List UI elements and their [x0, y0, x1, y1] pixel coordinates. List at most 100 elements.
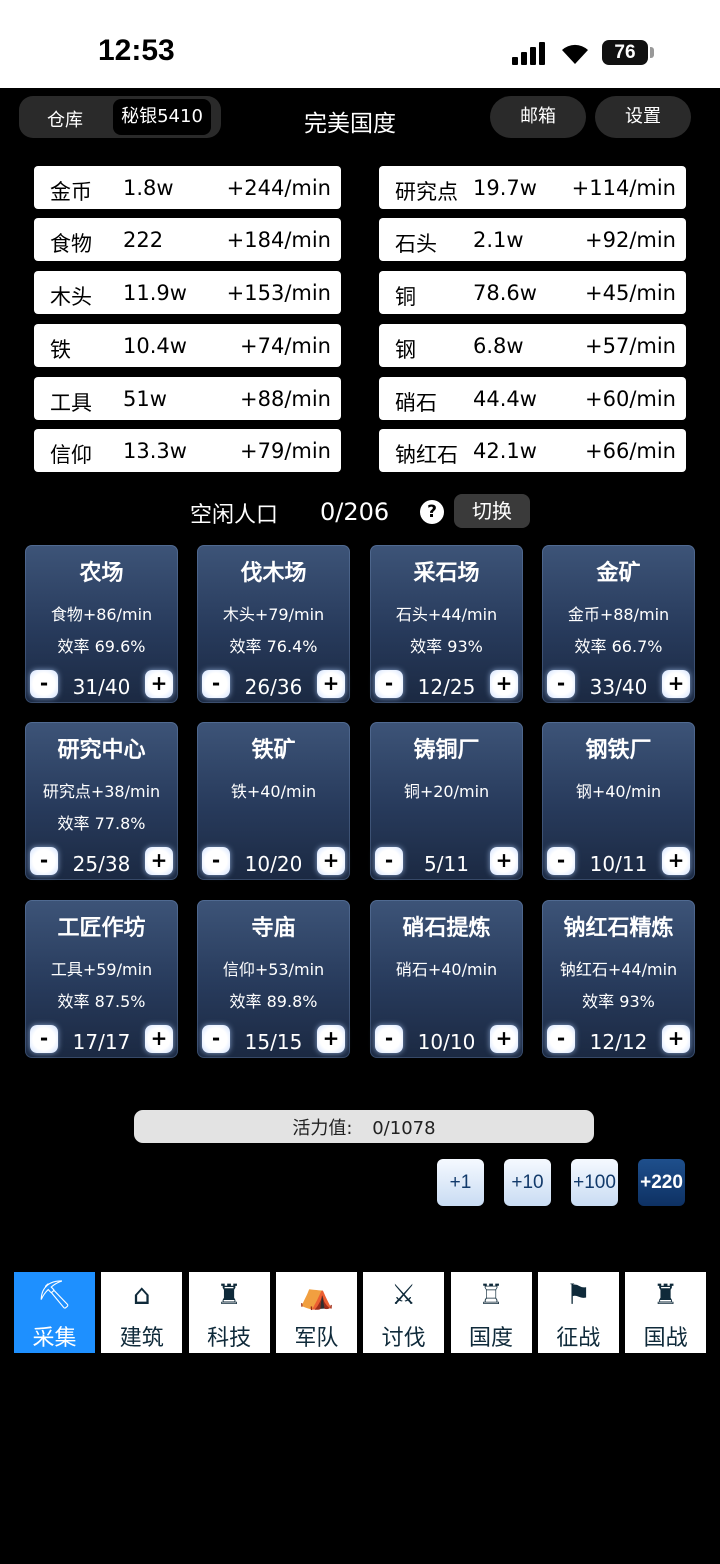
- resource-value: 11.9w: [123, 281, 187, 305]
- idle-population-value: 0/206: [320, 498, 390, 526]
- idle-population-label: 空闲人口: [190, 503, 279, 528]
- clock: 12:53: [98, 34, 175, 67]
- resource-name: 工具: [50, 391, 92, 415]
- increase-workers-button[interactable]: +: [145, 1025, 173, 1053]
- building-efficiency: 效率 77.8%: [57, 814, 146, 833]
- increase-workers-button[interactable]: +: [317, 1025, 345, 1053]
- building-output: 食物+86/min: [50, 605, 153, 624]
- building-output: 金币+88/min: [567, 605, 670, 624]
- building-output: 研究点+38/min: [42, 782, 161, 801]
- vitality-value: 0/1078: [372, 1118, 436, 1139]
- resource-value: 222: [123, 228, 164, 252]
- building-output: 钠红石+44/min: [559, 960, 678, 979]
- resource-rate: +114/min: [571, 176, 676, 200]
- resource-name: 木头: [50, 285, 92, 309]
- building-card: 金矿 金币+88/min 效率 66.7% -33/40 +: [542, 545, 695, 703]
- building-name: 铁矿: [251, 738, 296, 763]
- nav-tab[interactable]: ♜ 科技: [188, 1272, 270, 1353]
- increase-workers-button[interactable]: +: [145, 847, 173, 875]
- building-efficiency: 效率 76.4%: [229, 637, 318, 656]
- building-card: 钢铁厂 钢+40/min -10/11 +: [542, 722, 695, 880]
- building-efficiency: 效率 87.5%: [57, 992, 146, 1011]
- help-icon[interactable]: ?: [420, 500, 444, 524]
- resource-value: 6.8w: [473, 334, 524, 358]
- building-card: 铁矿 铁+40/min -10/20 +: [197, 722, 350, 880]
- nav-tab[interactable]: ⚔ 讨伐: [363, 1272, 445, 1353]
- nav-tab[interactable]: ♖ 国度: [450, 1272, 532, 1353]
- resource-rate: +153/min: [226, 281, 331, 305]
- increase-workers-button[interactable]: +: [490, 670, 518, 698]
- building-efficiency: 效率 89.8%: [229, 992, 318, 1011]
- building-name: 钠红石精炼: [563, 916, 674, 941]
- switch-button[interactable]: 切换: [454, 494, 530, 528]
- resource-row: 钢 6.8w +57/min: [379, 324, 686, 367]
- building-name: 工匠作坊: [57, 916, 146, 941]
- building-card: 采石场 石头+44/min 效率 93% -12/25 +: [370, 545, 523, 703]
- attack-icon: ⚔: [391, 1278, 417, 1311]
- nav-tab-label: 讨伐: [381, 1326, 426, 1351]
- castle-icon: ♖: [478, 1278, 504, 1311]
- nav-tab-label: 国战: [643, 1326, 688, 1351]
- building-card: 寺庙 信仰+53/min 效率 89.8% -15/15 +: [197, 900, 350, 1058]
- nav-tab-label: 国度: [468, 1326, 513, 1351]
- building-card: 工匠作坊 工具+59/min 效率 87.5% -17/17 +: [25, 900, 178, 1058]
- building-output: 钢+40/min: [575, 782, 662, 801]
- resource-rate: +60/min: [585, 387, 676, 411]
- gather-icon: ⛏: [36, 1278, 73, 1311]
- building-efficiency: 效率 93%: [410, 637, 483, 656]
- increase-workers-button[interactable]: +: [317, 670, 345, 698]
- nav-tab-label: 建筑: [119, 1326, 164, 1351]
- increase-workers-button[interactable]: +: [490, 847, 518, 875]
- resource-row: 铜 78.6w +45/min: [379, 271, 686, 314]
- nav-tab[interactable]: ⌂ 建筑: [101, 1272, 183, 1353]
- nav-tab-label: 征战: [556, 1326, 601, 1351]
- resource-name: 研究点: [395, 180, 458, 204]
- building-card: 伐木场 木头+79/min 效率 76.4% -26/36 +: [197, 545, 350, 703]
- increase-workers-button[interactable]: +: [490, 1025, 518, 1053]
- nav-tab-label: 军队: [294, 1326, 339, 1351]
- vitality-add-button[interactable]: +100: [571, 1159, 618, 1206]
- building-output: 信仰+53/min: [222, 960, 325, 979]
- vitality-add-button[interactable]: +1: [437, 1159, 484, 1206]
- increase-workers-button[interactable]: +: [662, 1025, 690, 1053]
- resource-row: 木头 11.9w +153/min: [34, 271, 341, 314]
- page-title: 完美国度: [304, 111, 396, 137]
- nav-tab[interactable]: ⚑ 征战: [537, 1272, 619, 1353]
- nav-tab-label: 科技: [207, 1326, 252, 1351]
- resource-value: 44.4w: [473, 387, 537, 411]
- vitality-add-button[interactable]: +220: [638, 1159, 685, 1206]
- resource-name: 铜: [395, 285, 416, 309]
- nav-tab[interactable]: ♜ 国战: [625, 1272, 707, 1353]
- resource-row: 石头 2.1w +92/min: [379, 218, 686, 261]
- resource-row: 信仰 13.3w +79/min: [34, 429, 341, 472]
- increase-workers-button[interactable]: +: [145, 670, 173, 698]
- building-card: 研究中心 研究点+38/min 效率 77.8% -25/38 +: [25, 722, 178, 880]
- nav-tab-label: 采集: [32, 1326, 77, 1351]
- increase-workers-button[interactable]: +: [662, 670, 690, 698]
- resource-rate: +88/min: [240, 387, 331, 411]
- resource-rate: +45/min: [585, 281, 676, 305]
- nav-tab[interactable]: ⛺ 军队: [275, 1272, 357, 1353]
- vitality-add-button[interactable]: +10: [504, 1159, 551, 1206]
- building-output: 石头+44/min: [395, 605, 498, 624]
- resource-value: 13.3w: [123, 439, 187, 463]
- resource-name: 金币: [50, 180, 92, 204]
- status-bar: 12:53 76: [0, 0, 720, 88]
- warehouse-chip[interactable]: 仓库 秘银5410: [19, 96, 221, 138]
- building-output: 工具+59/min: [50, 960, 153, 979]
- resource-rate: +66/min: [585, 439, 676, 463]
- building-output: 木头+79/min: [222, 605, 325, 624]
- building-output: 铜+20/min: [403, 782, 490, 801]
- building-name: 伐木场: [240, 561, 307, 586]
- building-name: 采石场: [413, 561, 480, 586]
- resource-name: 铁: [50, 338, 71, 362]
- increase-workers-button[interactable]: +: [317, 847, 345, 875]
- resource-value: 51w: [123, 387, 167, 411]
- resource-name: 食物: [50, 232, 92, 256]
- nation-war-icon: ♜: [653, 1278, 679, 1311]
- increase-workers-button[interactable]: +: [662, 847, 690, 875]
- resource-name: 钢: [395, 338, 416, 362]
- mail-button[interactable]: 邮箱: [490, 96, 586, 138]
- settings-button[interactable]: 设置: [595, 96, 691, 138]
- nav-tab[interactable]: ⛏ 采集: [14, 1272, 95, 1353]
